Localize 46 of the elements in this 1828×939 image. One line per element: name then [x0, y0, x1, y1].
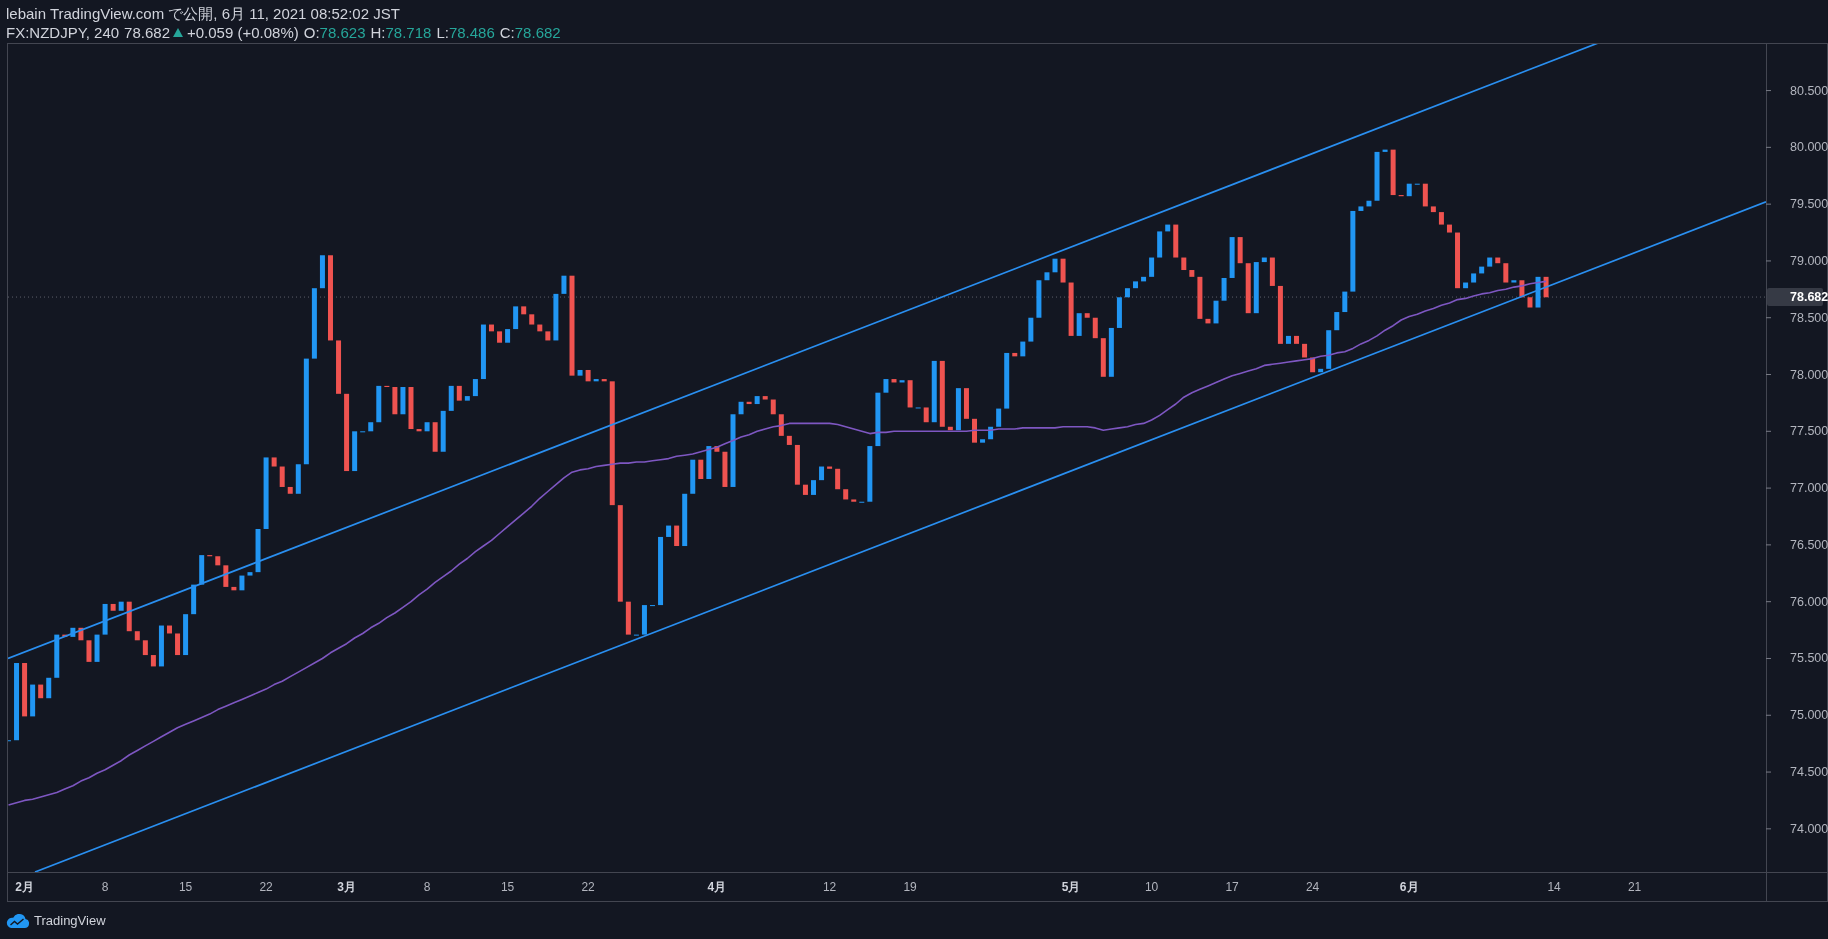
time-axis-label: 6月	[1399, 880, 1419, 894]
time-axis-label: 12	[822, 880, 837, 894]
ohlc-label: O:	[303, 23, 320, 41]
price-axis-label: 76.000	[1790, 594, 1828, 609]
time-axis-label: 5月	[1061, 880, 1081, 894]
time-axis-label: 22	[581, 880, 595, 894]
publish-info: lebain TradingView.com で公開, 6月 11, 2021 08:52:02 JST	[6, 4, 400, 24]
time-axis-label: 8	[101, 880, 109, 894]
ohlc-value: 78.682	[514, 23, 561, 41]
time-axis-label: 2月	[15, 880, 34, 894]
ohlc-value: 78.486	[448, 23, 495, 41]
brand-name: TradingView	[34, 913, 106, 928]
price-axis-label: 77.500	[1790, 424, 1828, 439]
time-axis-label: 10	[1144, 880, 1159, 894]
time-axis-label: 24	[1305, 880, 1320, 894]
time-axis-label: 4月	[707, 880, 727, 894]
price-axis-label: 79.500	[1790, 197, 1828, 212]
time-axis-label: 17	[1225, 880, 1239, 894]
price-axis-label: 77.000	[1790, 481, 1828, 496]
price-axis-label: 79.000	[1790, 253, 1828, 268]
time-axis-label: 15	[178, 880, 193, 894]
price-axis-label: 80.000	[1790, 140, 1828, 155]
time-axis-label: 14	[1547, 880, 1561, 894]
price-axis-label: 78.000	[1790, 367, 1828, 382]
time-axis-label: 22	[259, 880, 273, 894]
time-axis-label: 3月	[337, 880, 356, 894]
last-price: 78.682	[124, 23, 170, 41]
time-axis-label: 15	[500, 880, 515, 894]
price-axis-label: 74.500	[1790, 765, 1828, 780]
price-axis-label: 80.500	[1790, 83, 1828, 98]
ohlc-label: H:	[370, 23, 386, 41]
price-axis-label: 78.500	[1790, 310, 1828, 325]
price-axis-label: 75.000	[1790, 708, 1828, 723]
time-axis-label: 21	[1627, 880, 1642, 894]
price-axis-label: 74.000	[1790, 821, 1828, 836]
time-axis-label: 19	[903, 880, 917, 894]
ohlc-label: C:	[499, 23, 515, 41]
price-axis-label: 76.500	[1790, 537, 1828, 552]
symbol-interval: FX:NZDJPY, 240	[6, 23, 120, 41]
price-change: +0.059 (+0.08%)	[187, 23, 299, 41]
ohlc-value: 78.718	[385, 23, 432, 41]
ohlc-value: 78.623	[319, 23, 366, 41]
cloud-logo-icon	[6, 913, 29, 928]
price-axis-label: 75.500	[1790, 651, 1828, 666]
ohlc-label: L:	[436, 23, 449, 41]
time-axis-label: 8	[423, 880, 431, 894]
